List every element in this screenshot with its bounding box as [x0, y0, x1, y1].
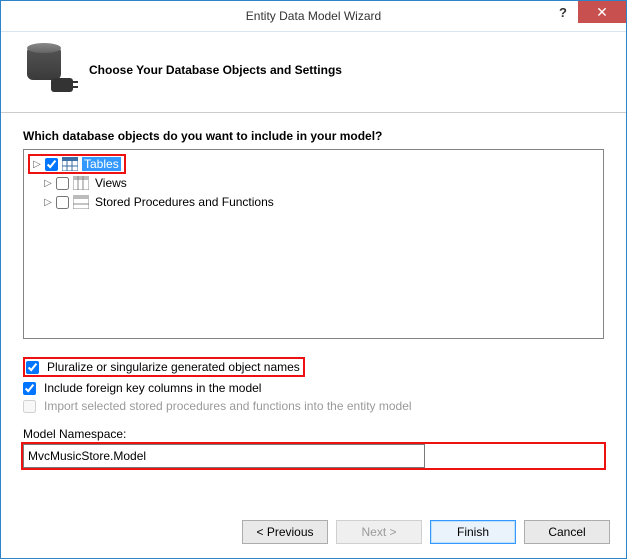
wizard-header: Choose Your Database Objects and Setting…	[1, 32, 626, 113]
options-group: Pluralize or singularize generated objec…	[23, 353, 604, 417]
finish-button[interactable]: Finish	[430, 520, 516, 544]
expand-icon[interactable]: ▷	[31, 159, 43, 170]
next-button: Next >	[336, 520, 422, 544]
tables-label: Tables	[82, 157, 121, 171]
question-label: Which database objects do you want to in…	[23, 129, 604, 143]
import-sprocs-label: Import selected stored procedures and fu…	[44, 399, 412, 413]
tree-item-views[interactable]: ▷ Views	[28, 174, 599, 192]
option-pluralize-row: Pluralize or singularize generated objec…	[23, 357, 604, 377]
tables-checkbox[interactable]	[45, 158, 58, 171]
pluralize-label[interactable]: Pluralize or singularize generated objec…	[47, 360, 300, 374]
views-checkbox[interactable]	[56, 177, 69, 190]
window-title: Entity Data Model Wizard	[246, 9, 381, 23]
namespace-input[interactable]	[23, 444, 425, 468]
objects-tree[interactable]: ▷ Tables ▷ Views ▷	[23, 149, 604, 339]
wizard-body: Which database objects do you want to in…	[1, 113, 626, 507]
help-button[interactable]: ?	[548, 1, 578, 23]
sprocs-icon	[73, 195, 89, 209]
previous-button[interactable]: < Previous	[242, 520, 328, 544]
tables-icon	[62, 157, 78, 171]
import-sprocs-checkbox	[23, 400, 36, 413]
views-label: Views	[93, 176, 129, 190]
namespace-highlight	[23, 444, 604, 468]
close-icon: ✕	[596, 5, 608, 19]
close-button[interactable]: ✕	[578, 1, 626, 23]
namespace-label: Model Namespace:	[23, 427, 604, 441]
option-fk-row: Include foreign key columns in the model	[23, 381, 604, 395]
fk-checkbox[interactable]	[23, 382, 36, 395]
sprocs-checkbox[interactable]	[56, 196, 69, 209]
expand-icon[interactable]: ▷	[42, 178, 54, 189]
views-icon	[73, 176, 89, 190]
wizard-step-title: Choose Your Database Objects and Setting…	[89, 63, 342, 77]
titlebar-buttons: ? ✕	[548, 1, 626, 23]
tree-item-tables[interactable]: ▷ Tables	[28, 155, 599, 173]
cancel-button[interactable]: Cancel	[524, 520, 610, 544]
wizard-window: Entity Data Model Wizard ? ✕ Choose Your…	[0, 0, 627, 559]
sprocs-label: Stored Procedures and Functions	[93, 195, 276, 209]
option-import-sprocs-row: Import selected stored procedures and fu…	[23, 399, 604, 413]
pluralize-checkbox[interactable]	[26, 361, 39, 374]
titlebar: Entity Data Model Wizard ? ✕	[1, 1, 626, 32]
wizard-footer: < Previous Next > Finish Cancel	[1, 507, 626, 558]
expand-icon[interactable]: ▷	[42, 197, 54, 208]
fk-label[interactable]: Include foreign key columns in the model	[44, 381, 261, 395]
tree-item-sprocs[interactable]: ▷ Stored Procedures and Functions	[28, 193, 599, 211]
database-icon	[25, 46, 73, 94]
